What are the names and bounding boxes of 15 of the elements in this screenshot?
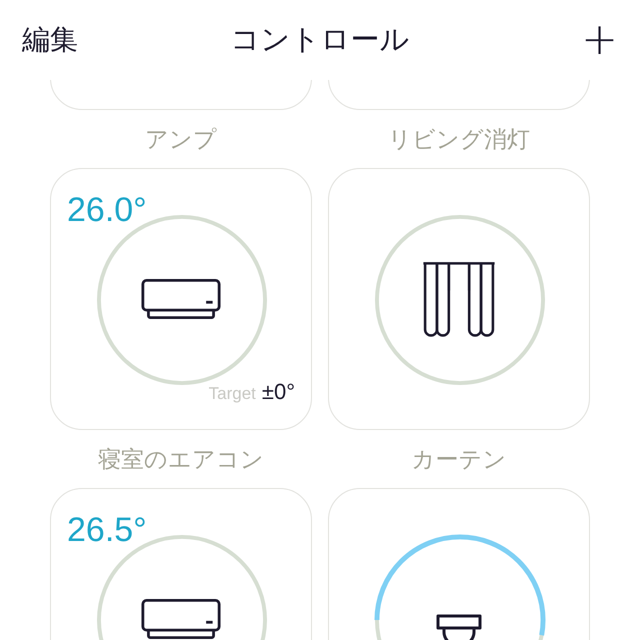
page-title: コントロール bbox=[230, 21, 410, 58]
device-name: リビング消灯 bbox=[388, 126, 530, 154]
device-name: 寝室のエアコン bbox=[98, 446, 264, 474]
device-tile[interactable] bbox=[328, 168, 590, 430]
target-label: Target bbox=[208, 384, 256, 404]
air-conditioner-icon bbox=[141, 598, 221, 640]
air-conditioner-icon bbox=[141, 278, 221, 320]
add-button[interactable]: + bbox=[581, 18, 618, 62]
device-name: カーテン bbox=[412, 446, 506, 474]
edit-button[interactable]: 編集 bbox=[22, 21, 78, 59]
device-name: アンプ bbox=[145, 126, 217, 154]
target-value: ±0° bbox=[262, 379, 295, 405]
temperature-reading: 26.5° bbox=[67, 513, 147, 547]
temperature-reading: 26.0° bbox=[67, 193, 147, 227]
device-tile[interactable]: 26.0° Target ±0° bbox=[50, 168, 312, 430]
